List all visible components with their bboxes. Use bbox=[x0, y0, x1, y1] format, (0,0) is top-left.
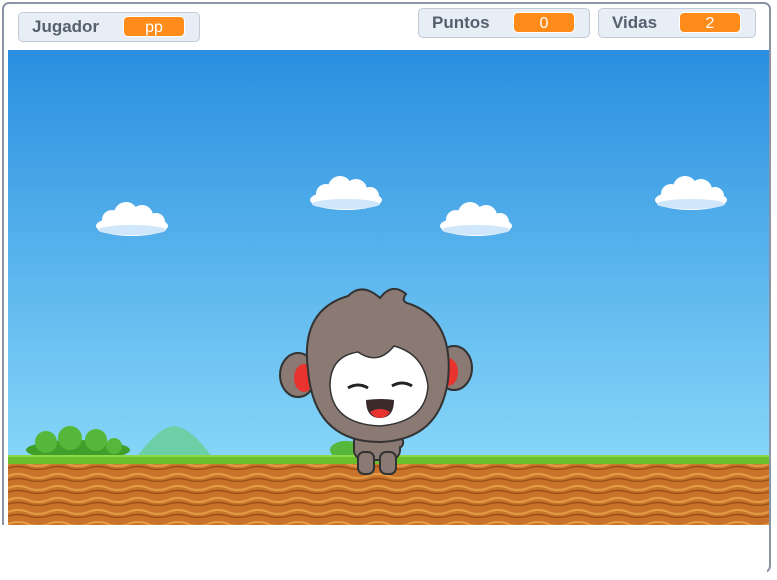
stage[interactable] bbox=[8, 50, 769, 525]
stage-canvas bbox=[8, 50, 769, 525]
monitor-puntos[interactable]: Puntos 0 bbox=[418, 8, 590, 38]
stage-bottom-bar bbox=[2, 525, 767, 573]
monitor-vidas[interactable]: Vidas 2 bbox=[598, 8, 756, 38]
monitor-jugador[interactable]: Jugador pp bbox=[18, 12, 200, 42]
monitor-vidas-value: 2 bbox=[679, 12, 741, 33]
monitor-puntos-label: Puntos bbox=[432, 13, 490, 32]
monitor-puntos-value: 0 bbox=[513, 12, 575, 33]
monitor-vidas-label: Vidas bbox=[612, 13, 658, 32]
monitor-jugador-label: Jugador bbox=[32, 17, 100, 36]
monitor-jugador-value: pp bbox=[123, 16, 185, 37]
